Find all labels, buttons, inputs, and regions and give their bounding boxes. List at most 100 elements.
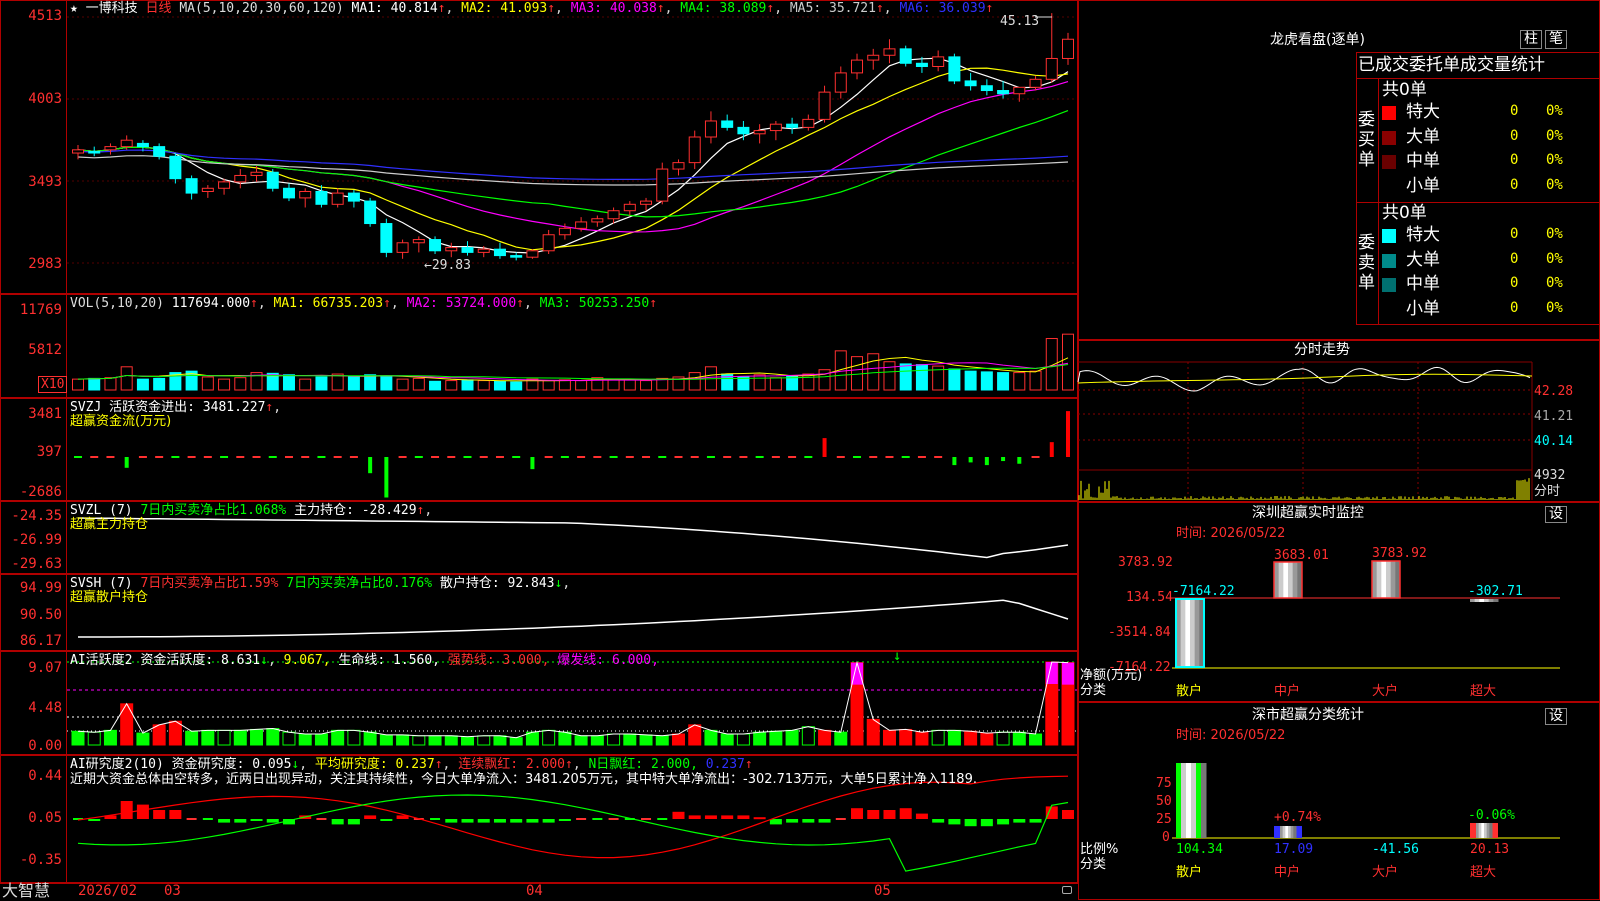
svzj-tick-2: 397 bbox=[2, 444, 62, 460]
activity-bar bbox=[137, 733, 149, 745]
ma-line-1 bbox=[78, 58, 1068, 253]
flow-bar bbox=[823, 438, 827, 457]
candle-body bbox=[251, 172, 262, 175]
research-bar bbox=[1030, 819, 1042, 823]
candle-body bbox=[462, 248, 473, 253]
longhu-col-button[interactable]: 柱 bbox=[1520, 30, 1542, 49]
vol-value: 117694.000 bbox=[172, 296, 250, 311]
sz-class-val-4: 20.13 bbox=[1470, 842, 1509, 857]
research-bar bbox=[867, 810, 879, 819]
volume-bar bbox=[884, 362, 895, 390]
sz-class-settings-button[interactable]: 设 bbox=[1545, 708, 1567, 725]
activity-bar bbox=[867, 719, 879, 745]
price-tick-4: 2983 bbox=[2, 256, 62, 272]
order-type-label: 大单 bbox=[1406, 127, 1440, 147]
activity-bar bbox=[900, 729, 912, 745]
longhu-col-divider bbox=[1378, 78, 1379, 325]
period-label[interactable]: 日线 bbox=[146, 1, 172, 16]
activity-bar bbox=[543, 730, 555, 745]
vol-ma3: MA3: 50253.250 bbox=[540, 296, 650, 311]
order-pct: 0% bbox=[1546, 227, 1563, 242]
vol-ma2: MA2: 53724.000 bbox=[407, 296, 517, 311]
candle-body bbox=[592, 219, 603, 222]
longhu-pen-button[interactable]: 笔 bbox=[1545, 30, 1567, 49]
candle-body bbox=[494, 249, 505, 255]
sz-monitor-cat-4: 超大 bbox=[1470, 684, 1496, 699]
sz-monitor-val-2: 3683.01 bbox=[1274, 548, 1329, 563]
main-chart-svg: ↓ bbox=[0, 0, 1078, 883]
activity-bar bbox=[234, 730, 246, 745]
date-label-4: 05 bbox=[874, 884, 891, 899]
research-bar bbox=[1013, 819, 1025, 823]
lock-icon[interactable] bbox=[1062, 886, 1072, 894]
research-bar bbox=[510, 819, 522, 823]
activity-bar bbox=[72, 731, 84, 745]
volume-bar bbox=[219, 379, 230, 390]
volume-bar bbox=[137, 379, 148, 390]
research-bar bbox=[997, 819, 1009, 824]
candle-body bbox=[105, 147, 116, 150]
activity-bar bbox=[1013, 732, 1025, 745]
intraday-tick-2: 41.21 bbox=[1534, 409, 1573, 424]
volume-bar bbox=[949, 369, 960, 390]
order-count: 0 bbox=[1510, 276, 1518, 291]
volume-bar bbox=[543, 381, 554, 390]
order-swatch bbox=[1382, 131, 1396, 145]
research-bar bbox=[251, 819, 263, 821]
vol-ma1: MA1: 66735.203 bbox=[274, 296, 384, 311]
volume-bar bbox=[981, 372, 992, 390]
activity-bar bbox=[283, 732, 295, 745]
kline-header: ★ 一博科技 日线 MA(5,10,20,30,60,120) MA1: 40.… bbox=[70, 1, 993, 16]
activity-bar bbox=[104, 730, 116, 745]
flow-bar bbox=[985, 457, 989, 465]
ai-research-tick-2: 0.05 bbox=[2, 810, 62, 826]
volume-bar bbox=[413, 378, 424, 390]
candle-body bbox=[121, 140, 132, 146]
volume-bar bbox=[397, 379, 408, 390]
activity-bar bbox=[462, 737, 474, 745]
svzl-line2: 超赢主力持仓 bbox=[70, 517, 148, 532]
candle-body bbox=[73, 150, 84, 153]
ai-active-line1: AI活跃度2 资金活跃度: 8.631↓, 9.067, 生命线: 1.560,… bbox=[70, 653, 659, 668]
sz-monitor-cat-label: 分类 bbox=[1080, 683, 1106, 698]
volume-bar bbox=[868, 354, 879, 390]
volume-bar bbox=[105, 378, 116, 390]
ai-research-tick-1: 0.44 bbox=[2, 768, 62, 784]
sz-monitor-val-4: -302.71 bbox=[1468, 584, 1523, 599]
candle-body bbox=[819, 92, 830, 119]
order-count: 0 bbox=[1510, 301, 1518, 316]
research-bar bbox=[705, 815, 717, 819]
sz-class-val-1: 104.34 bbox=[1176, 842, 1223, 857]
activity-bar bbox=[559, 732, 571, 745]
order-pct: 0% bbox=[1546, 129, 1563, 144]
activity-bar bbox=[88, 732, 100, 745]
research-bar bbox=[819, 819, 831, 823]
candle-body bbox=[868, 55, 879, 60]
order-pct: 0% bbox=[1546, 178, 1563, 193]
order-type-label: 小单 bbox=[1406, 299, 1440, 319]
star-icon[interactable]: ★ bbox=[70, 1, 78, 16]
order-swatch bbox=[1382, 303, 1396, 317]
order-count: 0 bbox=[1510, 153, 1518, 168]
svsh-line1: SVSH (7) 7日内买卖净占比1.59% 7日内买卖净占比0.176% 散户… bbox=[70, 576, 570, 591]
order-pct: 0% bbox=[1546, 104, 1563, 119]
activity-bar bbox=[916, 732, 928, 745]
svzj-line2: 超赢资金流(万元) bbox=[70, 414, 171, 429]
research-bar bbox=[916, 814, 928, 819]
activity-bar bbox=[348, 730, 360, 745]
research-bar bbox=[559, 819, 571, 821]
sz-monitor-settings-button[interactable]: 设 bbox=[1545, 506, 1567, 523]
intraday-panel[interactable] bbox=[1078, 340, 1600, 502]
volume-bar bbox=[332, 374, 343, 390]
sz-monitor-cat-1: 散户 bbox=[1176, 684, 1202, 699]
volume-bar bbox=[559, 380, 570, 390]
candle-body bbox=[754, 131, 765, 134]
volume-bar bbox=[446, 381, 457, 390]
longhu-header: 已成交委托单成交量统计 bbox=[1358, 55, 1545, 75]
order-type-label: 中单 bbox=[1406, 274, 1440, 294]
sz-monitor-title: 深圳超赢实时监控 bbox=[1252, 506, 1364, 521]
volume-bar bbox=[998, 373, 1009, 390]
candle-body bbox=[186, 179, 197, 193]
order-count: 0 bbox=[1510, 129, 1518, 144]
intraday-vol-tick: 4932 bbox=[1534, 468, 1565, 483]
